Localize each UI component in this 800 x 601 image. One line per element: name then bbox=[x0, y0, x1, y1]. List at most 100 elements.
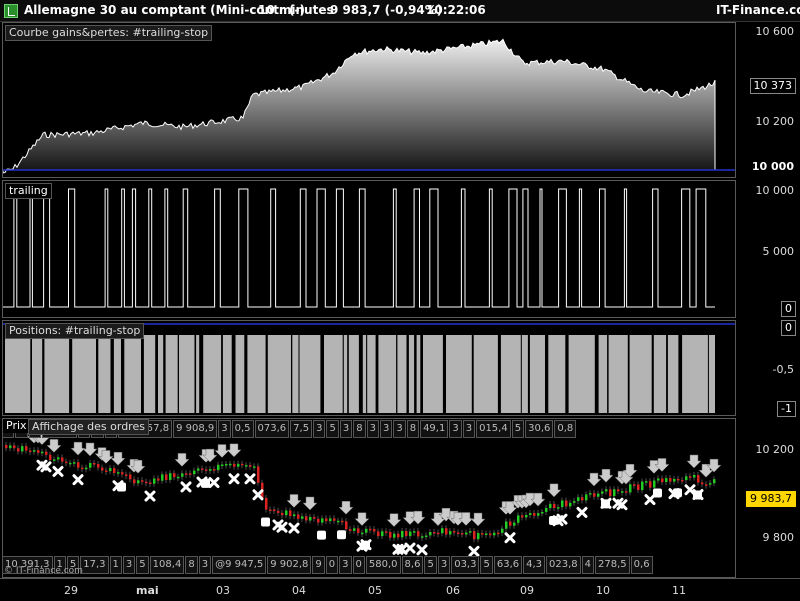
exit-cross-icon[interactable] bbox=[208, 477, 220, 489]
sell-arrow-icon[interactable] bbox=[338, 501, 354, 515]
sell-arrow-icon[interactable] bbox=[110, 451, 126, 466]
buy-order-icon[interactable] bbox=[117, 482, 126, 492]
equity-tick: 10 200 bbox=[755, 115, 795, 128]
sell-arrow-icon[interactable] bbox=[686, 454, 702, 469]
buy-order-icon[interactable] bbox=[601, 499, 610, 509]
order-label: 278,5 bbox=[595, 556, 630, 574]
sell-arrow-icon[interactable] bbox=[82, 442, 98, 457]
sell-arrow-icon[interactable] bbox=[226, 443, 242, 458]
sell-arrow-icon[interactable] bbox=[470, 512, 486, 527]
candle bbox=[41, 451, 44, 454]
exit-cross-icon[interactable] bbox=[504, 532, 516, 544]
exit-cross-icon[interactable] bbox=[180, 481, 192, 493]
candle bbox=[485, 533, 488, 535]
order-label: 3 bbox=[218, 420, 231, 438]
sell-arrow-icon[interactable] bbox=[354, 512, 370, 527]
price-panel[interactable] bbox=[2, 418, 736, 578]
buy-order-icon[interactable] bbox=[653, 488, 662, 498]
trailing-panel[interactable]: trailing bbox=[2, 180, 736, 318]
candle bbox=[341, 520, 344, 523]
sell-arrow-icon[interactable] bbox=[286, 494, 302, 508]
candle bbox=[345, 521, 348, 530]
sell-arrow-icon[interactable] bbox=[46, 439, 62, 453]
time-axis[interactable]: 29 mai 03 04 05 06 09 10 11 bbox=[0, 578, 800, 601]
exit-cross-icon[interactable] bbox=[52, 465, 64, 477]
trailing-panel-label: trailing bbox=[5, 183, 52, 199]
orders-display-toggle[interactable]: Affichage des ordres bbox=[28, 419, 149, 435]
sell-arrow-icon[interactable] bbox=[70, 441, 86, 456]
candle bbox=[141, 480, 144, 482]
position-bar bbox=[473, 335, 498, 413]
price-scale[interactable]: 10 200 9 983,7 9 800 bbox=[738, 418, 800, 578]
sell-arrow-icon[interactable] bbox=[214, 444, 230, 458]
candle bbox=[513, 522, 516, 526]
exit-cross-icon[interactable] bbox=[288, 522, 300, 534]
candle bbox=[577, 497, 580, 501]
buy-order-icon[interactable] bbox=[337, 530, 346, 540]
trailing-line bbox=[3, 188, 715, 308]
equity-curve-panel[interactable]: Courbe gains&pertes: #trailing-stop bbox=[2, 22, 736, 178]
exit-cross-icon[interactable] bbox=[244, 473, 256, 485]
trailing-chart bbox=[3, 188, 715, 308]
trailing-scale[interactable]: 10 000 5 000 0 bbox=[738, 180, 800, 318]
candle bbox=[177, 476, 180, 479]
buy-order-icon[interactable] bbox=[673, 488, 682, 498]
sell-arrow-icon[interactable] bbox=[598, 469, 614, 483]
position-bar bbox=[653, 335, 667, 413]
candle bbox=[409, 531, 412, 537]
candle bbox=[665, 478, 668, 482]
order-label: 17,3 bbox=[80, 556, 109, 574]
candle bbox=[325, 518, 328, 522]
candle bbox=[173, 473, 176, 478]
order-label: 3 bbox=[339, 556, 352, 574]
sell-arrow-icon[interactable] bbox=[386, 513, 402, 528]
order-label: 8 bbox=[353, 420, 366, 438]
buy-order-icon[interactable] bbox=[261, 517, 270, 527]
candle bbox=[681, 479, 684, 482]
positions-bottom-value: -1 bbox=[777, 401, 796, 417]
positions-scale[interactable]: 0 -0,5 -1 bbox=[738, 320, 800, 417]
sell-arrow-icon[interactable] bbox=[302, 496, 318, 511]
trailing-tick: 10 000 bbox=[755, 184, 795, 197]
positions-panel[interactable]: Positions: #trailing-stop bbox=[2, 320, 736, 416]
buy-order-icon[interactable] bbox=[693, 490, 702, 500]
exit-cross-icon[interactable] bbox=[252, 489, 264, 501]
order-label: 9 902,8 bbox=[267, 556, 312, 574]
order-label: 4 bbox=[581, 556, 595, 574]
candle bbox=[445, 528, 448, 535]
order-label: 5 bbox=[424, 556, 437, 574]
buy-order-icon[interactable] bbox=[317, 530, 326, 540]
candle bbox=[209, 469, 212, 471]
candle bbox=[205, 469, 208, 471]
equity-scale[interactable]: 10 600 10 373 10 200 10 000 bbox=[738, 22, 800, 178]
order-label: 0 bbox=[325, 556, 339, 574]
interval-label[interactable]: 10 minutes bbox=[258, 3, 334, 17]
exit-cross-icon[interactable] bbox=[576, 506, 588, 518]
exit-cross-icon[interactable] bbox=[404, 542, 416, 554]
sell-arrow-icon[interactable] bbox=[546, 483, 562, 498]
candle bbox=[121, 472, 124, 475]
candle bbox=[229, 463, 232, 466]
exit-cross-icon[interactable] bbox=[144, 490, 156, 502]
position-bar bbox=[598, 335, 608, 413]
exit-cross-icon[interactable] bbox=[468, 545, 480, 557]
exit-cross-icon[interactable] bbox=[228, 473, 240, 485]
order-label: 7,5 bbox=[290, 420, 313, 438]
exit-cross-icon[interactable] bbox=[72, 474, 84, 486]
candle bbox=[649, 481, 652, 488]
exit-cross-icon[interactable] bbox=[644, 494, 656, 506]
candle bbox=[545, 508, 548, 512]
sell-arrow-icon[interactable] bbox=[174, 453, 190, 467]
exit-cross-icon[interactable] bbox=[416, 544, 428, 556]
price-current-value: 9 983,7 bbox=[746, 491, 796, 507]
candle bbox=[5, 445, 8, 449]
buy-order-icon[interactable] bbox=[361, 540, 370, 550]
candle bbox=[497, 532, 500, 535]
candle bbox=[677, 478, 680, 481]
position-bar bbox=[32, 335, 43, 413]
candle bbox=[381, 531, 384, 537]
candle bbox=[161, 474, 164, 481]
candle bbox=[425, 535, 428, 537]
candle bbox=[281, 512, 284, 516]
chart-app-icon[interactable] bbox=[4, 4, 18, 18]
